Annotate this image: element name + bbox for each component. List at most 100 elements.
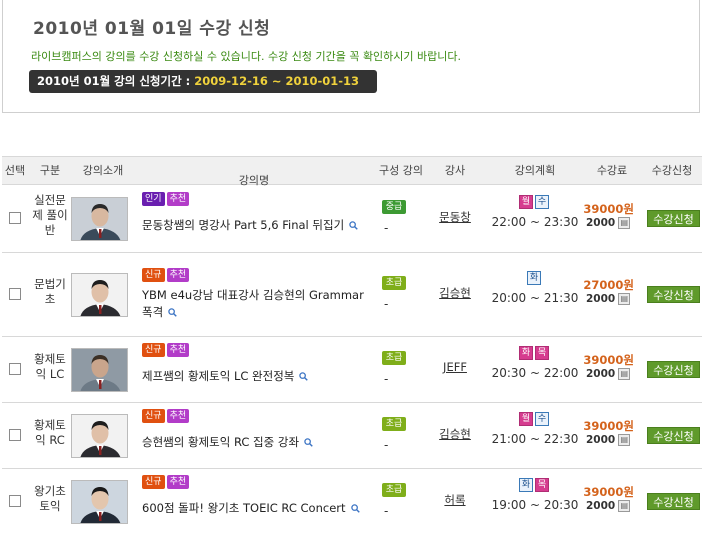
course-title-text[interactable]: 제프쌤의 황제토익 LC 완전정복	[142, 369, 294, 383]
course-title[interactable]: YBM e4u강남 대표강사 김승현의 Grammar 폭격	[142, 287, 370, 322]
course-price: 39000원	[583, 419, 634, 433]
category-line: 황제토	[34, 352, 66, 366]
badge-new: 신규	[142, 268, 165, 282]
teacher-link[interactable]: JEFF	[430, 360, 480, 374]
day-badge: 월	[519, 412, 533, 426]
course-price: 39000원	[583, 353, 634, 367]
class-days: 화목	[499, 346, 569, 360]
book-icon[interactable]: ▤	[618, 217, 631, 229]
level-badge: 초급	[382, 417, 406, 431]
course-rows: 실전문 제 풀이 반 인기 추천문동창쌤의 명강사 Part 5,6 Final 뒤집기…	[2, 185, 702, 534]
category-line: 왕기초	[34, 484, 66, 498]
course-price: 27000원	[583, 278, 634, 292]
course-badges: 신규 추천	[142, 268, 190, 282]
select-checkbox[interactable]	[9, 429, 21, 441]
category-line: 초	[44, 292, 56, 306]
badge-new: 신규	[142, 343, 165, 357]
category-line: 익 LC	[35, 367, 65, 381]
enrollment-notice: 2010년 01월 01일 수강 신청 라이브캠퍼스의 강의를 수강 신청하실 …	[2, 0, 700, 113]
day-badge: 화	[527, 271, 541, 285]
teacher-link[interactable]: 문동창	[430, 209, 480, 225]
apply-button[interactable]: 수강신청	[647, 427, 700, 444]
course-title[interactable]: 600점 돌파! 왕기초 TOEIC RC Concert	[142, 500, 370, 518]
book-icon[interactable]: ▤	[618, 500, 631, 512]
book-icon[interactable]: ▤	[618, 434, 631, 446]
period-label: 2010년 01월 강의 신청기간 :	[37, 74, 195, 88]
select-checkbox[interactable]	[9, 212, 21, 224]
select-checkbox[interactable]	[9, 495, 21, 507]
magnifier-icon[interactable]	[304, 435, 313, 452]
composition-value: -	[384, 504, 389, 518]
instructor-photo	[71, 414, 128, 458]
badge-rec: 추천	[166, 192, 190, 206]
apply-button[interactable]: 수강신청	[647, 286, 700, 303]
book-icon[interactable]: ▤	[618, 368, 631, 380]
course-price: 39000원	[583, 485, 634, 499]
teacher-link[interactable]: 김승현	[430, 285, 480, 301]
apply-button[interactable]: 수강신청	[647, 493, 700, 510]
course-badges: 인기 추천	[142, 192, 190, 206]
class-days: 화목	[499, 478, 569, 492]
course-title-text[interactable]: 600점 돌파! 왕기초 TOEIC RC Concert	[142, 501, 346, 515]
level-badge: 초급	[382, 483, 406, 497]
course-title[interactable]: 제프쌤의 황제토익 LC 완전정복	[142, 368, 370, 386]
apply-button[interactable]: 수강신청	[647, 361, 700, 378]
course-category: 실전문 제 풀이 반	[28, 193, 72, 238]
teacher-link[interactable]: 김승현	[430, 426, 480, 442]
apply-button[interactable]: 수강신청	[647, 210, 700, 227]
badge-new: 신규	[142, 475, 165, 489]
class-time: 21:00 ~ 22:30	[491, 432, 579, 446]
instructor-photo	[71, 480, 128, 524]
badge-rec: 추천	[166, 268, 190, 282]
course-title-text[interactable]: 승현쌤의 황제토익 RC 집중 강좌	[142, 435, 299, 449]
composition-value: -	[384, 438, 389, 452]
table-row: 황제토 익 LC 신규 추천 제프쌤의 황제토익 LC 완전정복 초급 - JEFF 화 목 20:…	[2, 337, 702, 403]
material-price: 2000 ▤	[586, 293, 631, 305]
table-row: 황제토 익 RC 신규 추천 승현쌤의 황제토익 RC 집중 강좌 초급 - 김승현 월 수 21:…	[2, 403, 702, 469]
class-time: 20:00 ~ 21:30	[491, 291, 579, 305]
course-badges: 신규 추천	[142, 475, 190, 489]
table-header: 선택 구분 강의소개 강의명 구성 강의 강사 강의계획 수강료 수강신청	[2, 156, 702, 187]
day-badge: 목	[535, 346, 549, 360]
day-badge: 수	[535, 412, 549, 426]
magnifier-icon[interactable]	[299, 369, 309, 386]
course-price: 39000원	[583, 202, 634, 216]
table-row: 문법기 초 신규 추천 YBM e4u강남 대표강사 김승현의 Grammar 폭격 초급…	[2, 253, 702, 337]
header-apply: 수강신청	[651, 164, 693, 177]
course-title[interactable]: 문동창쌤의 명강사 Part 5,6 Final 뒤집기	[142, 217, 370, 235]
table-row: 실전문 제 풀이 반 인기 추천문동창쌤의 명강사 Part 5,6 Final 뒤집기…	[2, 185, 702, 253]
material-price: 2000 ▤	[586, 500, 631, 512]
select-checkbox[interactable]	[9, 363, 21, 375]
badge-rec: 추천	[166, 343, 190, 357]
class-days: 월수	[499, 195, 569, 209]
course-badges: 신규 추천	[142, 409, 190, 423]
material-price-value: 2000	[586, 500, 616, 512]
enrollment-period: 2010년 01월 강의 신청기간 : 2009-12-16 ~ 2010-01…	[29, 70, 377, 93]
teacher-link[interactable]: 허록	[430, 492, 480, 508]
category-line: 제 풀이	[32, 208, 68, 222]
header-teacher: 강사	[444, 164, 466, 177]
magnifier-icon[interactable]	[349, 218, 358, 235]
composition-value: -	[384, 372, 389, 386]
course-title-text[interactable]: 문동창쌤의 명강사 Part 5,6 Final 뒤집기	[142, 218, 344, 232]
select-checkbox[interactable]	[9, 288, 21, 300]
day-badge: 화	[519, 346, 533, 360]
course-badges: 신규 추천	[142, 343, 190, 357]
badge-rec: 추천	[166, 409, 190, 423]
period-dates: 2009-12-16 ~ 2010-01-13	[194, 74, 360, 88]
magnifier-icon[interactable]	[168, 305, 177, 322]
material-price-value: 2000	[586, 293, 616, 305]
material-price: 2000 ▤	[586, 434, 631, 446]
category-line: 반	[44, 223, 56, 237]
course-title[interactable]: 승현쌤의 황제토익 RC 집중 강좌	[142, 434, 370, 452]
composition-value: -	[384, 297, 389, 311]
book-icon[interactable]: ▤	[618, 293, 631, 305]
category-line: 익 RC	[35, 433, 65, 447]
material-price-value: 2000	[586, 434, 616, 446]
magnifier-icon[interactable]	[350, 501, 360, 518]
class-days: 화	[499, 271, 569, 285]
header-schedule: 강의계획	[514, 164, 556, 177]
material-price-value: 2000	[586, 217, 616, 229]
course-category: 황제토 익 LC	[28, 352, 72, 382]
category-line: 토익	[39, 499, 61, 513]
